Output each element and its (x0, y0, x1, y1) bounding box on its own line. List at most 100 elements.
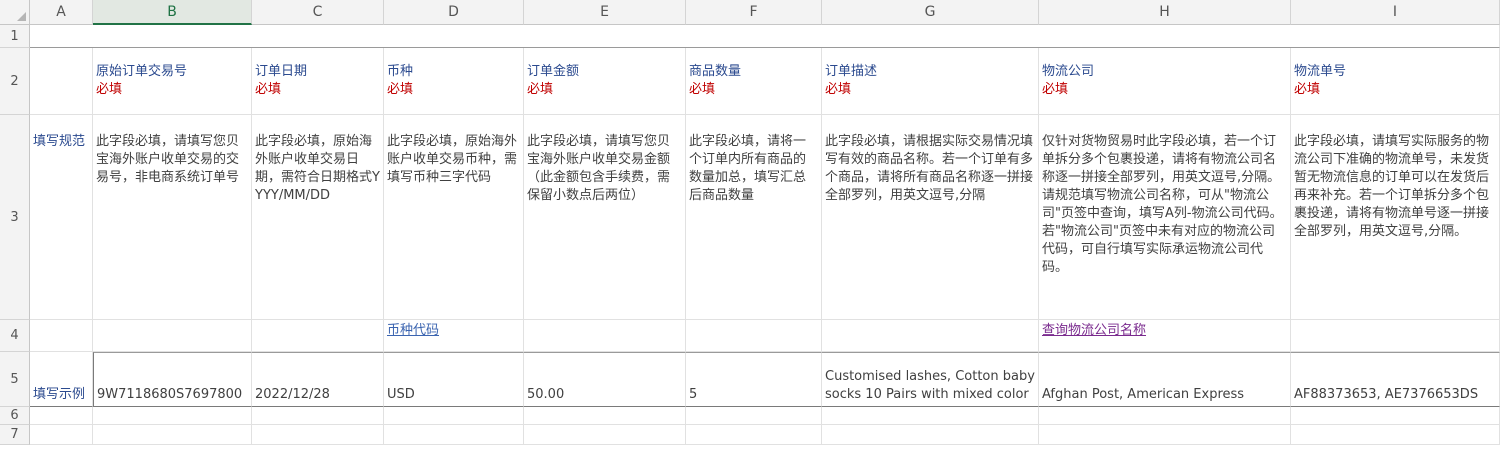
header-title-quantity: 商品数量 (689, 64, 742, 79)
example-logistics-company: Afghan Post, American Express (1042, 387, 1245, 402)
cell-f6[interactable] (686, 407, 822, 425)
cell-g5[interactable]: Customised lashes, Cotton baby socks 10 … (822, 352, 1039, 407)
cell-d6[interactable] (384, 407, 524, 425)
cell-h6[interactable] (1039, 407, 1291, 425)
cell-a3[interactable]: 填写规范 (30, 115, 93, 320)
cell-c2[interactable]: 订单日期 必填 (252, 48, 384, 115)
required-mark: 必填 (255, 82, 282, 97)
required-mark: 必填 (825, 82, 852, 97)
row-header-2[interactable]: 2 (0, 48, 30, 115)
cell-f7[interactable] (686, 425, 822, 445)
cell-b2[interactable]: 原始订单交易号 必填 (93, 48, 252, 115)
cell-c5[interactable]: 2022/12/28 (252, 352, 384, 407)
cell-h5[interactable]: Afghan Post, American Express (1039, 352, 1291, 407)
cell-c7[interactable] (252, 425, 384, 445)
cell-g4[interactable] (822, 320, 1039, 352)
cell-h2[interactable]: 物流公司 必填 (1039, 48, 1291, 115)
spreadsheet-grid[interactable]: A B C D E F G H I 1 2 3 4 5 6 7 原始订单交易号 … (0, 0, 1500, 449)
cell-i5[interactable]: AF88373653, AE7376653DS (1291, 352, 1500, 407)
cell-f5[interactable]: 5 (686, 352, 822, 407)
cell-a6[interactable] (30, 407, 93, 425)
example-amount: 50.00 (527, 387, 565, 402)
cell-e5[interactable]: 50.00 (524, 352, 686, 407)
row-header-3[interactable]: 3 (0, 115, 30, 320)
cell-e7[interactable] (524, 425, 686, 445)
column-header-h[interactable]: H (1039, 0, 1291, 25)
column-header-a[interactable]: A (30, 0, 93, 25)
cell-d2[interactable]: 币种 必填 (384, 48, 524, 115)
cell-a7[interactable] (30, 425, 93, 445)
row-header-5[interactable]: 5 (0, 352, 30, 407)
header-title-description: 订单描述 (825, 64, 878, 79)
example-description: Customised lashes, Cotton baby socks 10 … (825, 369, 1035, 402)
example-currency: USD (387, 387, 415, 402)
cell-b4[interactable] (93, 320, 252, 352)
cell-b5[interactable]: 9W7118680S7697800 (93, 352, 252, 407)
cell-a2[interactable] (30, 48, 93, 115)
cell-c3[interactable]: 此字段必填，原始海外账户收单交易日期，需符合日期格式YYYY/MM/DD (252, 115, 384, 320)
cell-i3[interactable]: 此字段必填，请填写实际服务的物流公司下准确的物流单号，未发货暂无物流信息的订单可… (1291, 115, 1500, 320)
header-title-order-id: 原始订单交易号 (96, 64, 188, 79)
cell-a4[interactable] (30, 320, 93, 352)
example-quantity: 5 (689, 387, 698, 402)
cell-g7[interactable] (822, 425, 1039, 445)
header-title-order-date: 订单日期 (255, 64, 308, 79)
cell-i2[interactable]: 物流单号 必填 (1291, 48, 1500, 115)
cell-i6[interactable] (1291, 407, 1500, 425)
row-header-6[interactable]: 6 (0, 407, 30, 425)
cell-c4[interactable] (252, 320, 384, 352)
column-header-b[interactable]: B (93, 0, 252, 25)
required-mark: 必填 (527, 82, 554, 97)
required-mark: 必填 (387, 82, 414, 97)
column-header-e[interactable]: E (524, 0, 686, 25)
example-row-label: 填写示例 (33, 387, 86, 402)
cell-i7[interactable] (1291, 425, 1500, 445)
cell-g2[interactable]: 订单描述 必填 (822, 48, 1039, 115)
cell-c6[interactable] (252, 407, 384, 425)
cell-h3[interactable]: 仅针对货物贸易时此字段必填，若一个订单拆分多个包裹投递，请将有物流公司名称逐一拼… (1039, 115, 1291, 320)
cell-b3[interactable]: 此字段必填，请填写您贝宝海外账户收单交易的交易号，非电商系统订单号 (93, 115, 252, 320)
cell-f2[interactable]: 商品数量 必填 (686, 48, 822, 115)
cell-d7[interactable] (384, 425, 524, 445)
cell-i4[interactable] (1291, 320, 1500, 352)
required-mark: 必填 (96, 82, 123, 97)
required-mark: 必填 (689, 82, 716, 97)
logistics-lookup-link[interactable]: 查询物流公司名称 (1042, 323, 1146, 338)
header-title-logistics-company: 物流公司 (1042, 64, 1095, 79)
header-title-tracking-number: 物流单号 (1294, 64, 1347, 79)
column-header-d[interactable]: D (384, 0, 524, 25)
column-header-f[interactable]: F (686, 0, 822, 25)
required-mark: 必填 (1294, 82, 1321, 97)
cell-d5[interactable]: USD (384, 352, 524, 407)
example-order-date: 2022/12/28 (255, 387, 330, 402)
cell-f3[interactable]: 此字段必填，请将一个订单内所有商品的数量加总，填写汇总后商品数量 (686, 115, 822, 320)
row-header-4[interactable]: 4 (0, 320, 30, 352)
header-title-amount: 订单金额 (527, 64, 580, 79)
cell-b6[interactable] (93, 407, 252, 425)
row-1-cells[interactable] (30, 25, 1500, 48)
cell-e4[interactable] (524, 320, 686, 352)
row-header-7[interactable]: 7 (0, 425, 30, 445)
example-tracking-number: AF88373653, AE7376653DS (1294, 387, 1479, 402)
select-all-corner[interactable] (0, 0, 30, 25)
example-order-id: 9W7118680S7697800 (97, 387, 243, 402)
column-header-i[interactable]: I (1291, 0, 1500, 25)
cell-g3[interactable]: 此字段必填，请根据实际交易情况填写有效的商品名称。若一个订单有多个商品，请将所有… (822, 115, 1039, 320)
cell-h4[interactable]: 查询物流公司名称 (1039, 320, 1291, 352)
row-header-1[interactable]: 1 (0, 25, 30, 48)
cell-e2[interactable]: 订单金额 必填 (524, 48, 686, 115)
cell-d4[interactable]: 币种代码 (384, 320, 524, 352)
cell-h7[interactable] (1039, 425, 1291, 445)
column-header-g[interactable]: G (822, 0, 1039, 25)
cell-e6[interactable] (524, 407, 686, 425)
cell-g6[interactable] (822, 407, 1039, 425)
cell-d3[interactable]: 此字段必填，原始海外账户收单交易币种，需填写币种三字代码 (384, 115, 524, 320)
rule-row-label: 填写规范 (33, 134, 86, 149)
cell-a5[interactable]: 填写示例 (30, 352, 93, 407)
column-header-c[interactable]: C (252, 0, 384, 25)
required-mark: 必填 (1042, 82, 1069, 97)
currency-code-link[interactable]: 币种代码 (387, 323, 439, 338)
cell-f4[interactable] (686, 320, 822, 352)
cell-e3[interactable]: 此字段必填，请填写您贝宝海外账户收单交易金额（此金额包含手续费，需保留小数点后两… (524, 115, 686, 320)
cell-b7[interactable] (93, 425, 252, 445)
